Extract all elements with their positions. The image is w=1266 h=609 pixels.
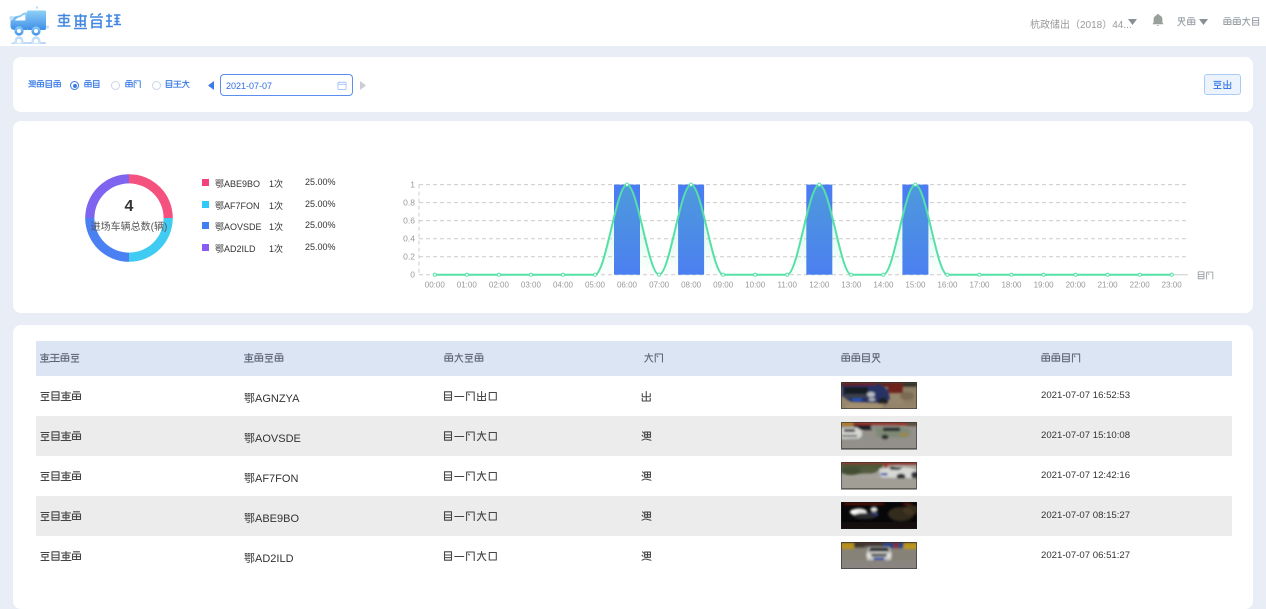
svg-text:0.2: 0.2 <box>403 252 415 262</box>
svg-text:09:00: 09:00 <box>713 281 734 290</box>
svg-text:21:00: 21:00 <box>1098 281 1119 290</box>
svg-text:22:00: 22:00 <box>1130 281 1151 290</box>
svg-text:0.4: 0.4 <box>403 234 415 244</box>
svg-text:0.8: 0.8 <box>403 198 415 208</box>
svg-text:0: 0 <box>410 270 415 280</box>
svg-text:13:00: 13:00 <box>841 281 862 290</box>
svg-text:11:00: 11:00 <box>777 281 797 290</box>
svg-text:19:00: 19:00 <box>1034 281 1055 290</box>
svg-text:05:00: 05:00 <box>585 281 606 290</box>
svg-text:07:00: 07:00 <box>649 281 670 290</box>
svg-text:06:00: 06:00 <box>617 281 638 290</box>
svg-text:02:00: 02:00 <box>489 281 510 290</box>
svg-text:10:00: 10:00 <box>745 281 766 290</box>
svg-text:15:00: 15:00 <box>905 281 926 290</box>
svg-text:04:00: 04:00 <box>553 281 574 290</box>
svg-text:08:00: 08:00 <box>681 281 702 290</box>
svg-text:0.6: 0.6 <box>403 216 415 226</box>
svg-text:16:00: 16:00 <box>937 281 958 290</box>
svg-text:20:00: 20:00 <box>1066 281 1087 290</box>
svg-text:12:00: 12:00 <box>809 281 830 290</box>
svg-text:18:00: 18:00 <box>1001 281 1022 290</box>
svg-text:1: 1 <box>410 180 415 190</box>
svg-text:03:00: 03:00 <box>521 281 542 290</box>
svg-text:14:00: 14:00 <box>873 281 894 290</box>
svg-text:00:00: 00:00 <box>425 281 446 290</box>
svg-text:23:00: 23:00 <box>1162 281 1183 290</box>
svg-text:01:00: 01:00 <box>457 281 478 290</box>
svg-text:17:00: 17:00 <box>969 281 990 290</box>
